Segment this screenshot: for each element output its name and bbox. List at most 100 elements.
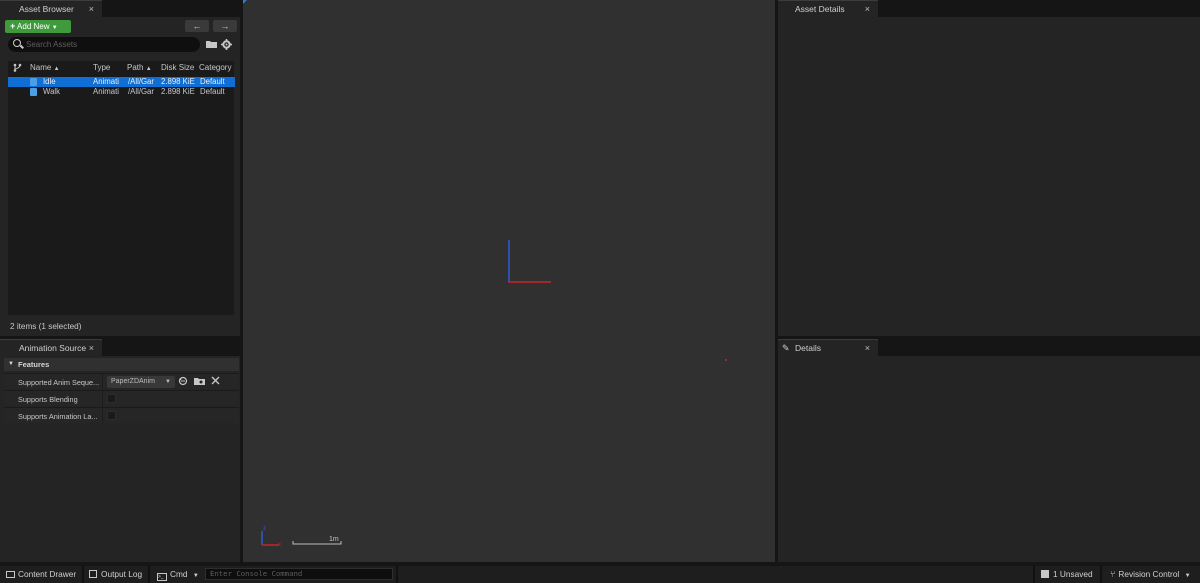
column-header-type[interactable]: Type bbox=[93, 63, 110, 72]
property-row: Supported Anim Seque... PaperZDAnim ▼ bbox=[4, 373, 239, 390]
content-drawer-label: Content Drawer bbox=[18, 569, 77, 579]
supports-blending-checkbox[interactable] bbox=[107, 394, 116, 403]
row-type: Animati bbox=[93, 77, 119, 86]
bottom-status-bar: Content Drawer Output Log >_ Cmd ▼ Enter … bbox=[0, 566, 1200, 583]
property-divider bbox=[102, 374, 103, 390]
search-box[interactable] bbox=[8, 37, 200, 52]
table-row[interactable]: Walk Animati /All/Gar 2.898 KiE Default bbox=[8, 87, 235, 97]
tab-details-label: Details bbox=[795, 343, 821, 353]
column-header-category[interactable]: Category bbox=[199, 63, 231, 72]
table-row[interactable]: Idle Animati /All/Gar 2.898 KiE Default bbox=[8, 77, 235, 87]
details-panel: ✎ Details × bbox=[778, 339, 1200, 562]
viewport[interactable]: z x 1m bbox=[243, 0, 775, 562]
forward-button[interactable]: → bbox=[213, 20, 237, 32]
file-icon bbox=[30, 88, 37, 96]
chevron-down-icon: ▼ bbox=[192, 573, 199, 579]
output-log-icon bbox=[89, 570, 97, 578]
viewport-corner-marker bbox=[243, 0, 247, 4]
source-control-icon: ⑂ bbox=[1110, 569, 1116, 579]
property-label: Supported Anim Seque... bbox=[18, 378, 100, 387]
tab-asset-details[interactable]: Asset Details × bbox=[778, 0, 878, 17]
back-button[interactable]: ← bbox=[185, 20, 209, 32]
output-log-button[interactable]: Output Log bbox=[89, 566, 142, 583]
source-control-icon[interactable] bbox=[13, 63, 22, 74]
reset-icon[interactable] bbox=[178, 376, 188, 389]
browse-icon[interactable] bbox=[194, 376, 205, 389]
column-header-path[interactable]: Path ▲ bbox=[127, 63, 152, 72]
gear-icon[interactable] bbox=[221, 39, 232, 50]
tab-asset-browser-label: Asset Browser bbox=[19, 4, 74, 14]
viewport-canvas: z x 1m bbox=[243, 0, 727, 548]
row-name: Idle bbox=[43, 77, 56, 86]
output-log-label: Output Log bbox=[101, 569, 143, 579]
bottom-bar-separator bbox=[148, 566, 150, 583]
tab-asset-details-label: Asset Details bbox=[795, 4, 845, 14]
content-drawer-button[interactable]: Content Drawer bbox=[6, 566, 76, 583]
bottom-bar-separator bbox=[1033, 566, 1035, 583]
gizmo-x-label: x bbox=[278, 542, 281, 548]
row-name: Walk bbox=[43, 87, 61, 96]
property-row: Supports Blending bbox=[4, 390, 239, 407]
features-section-label: Features bbox=[18, 360, 50, 369]
bottom-bar-separator bbox=[396, 566, 398, 583]
close-icon[interactable]: × bbox=[89, 340, 94, 357]
asset-details-panel: Asset Details × bbox=[778, 0, 1200, 336]
content-drawer-icon bbox=[6, 571, 15, 578]
terminal-icon: >_ bbox=[157, 573, 167, 581]
item-count-status: 2 items (1 selected) bbox=[10, 322, 82, 331]
plus-icon: + bbox=[10, 21, 16, 31]
column-header-name[interactable]: Name ▲ bbox=[30, 63, 60, 72]
property-divider bbox=[102, 408, 103, 424]
column-name-label: Name bbox=[30, 63, 52, 72]
details-tabbar: ✎ Details × bbox=[778, 339, 1200, 356]
supports-animation-layers-checkbox[interactable] bbox=[107, 411, 116, 420]
cmd-dropdown[interactable]: >_ Cmd ▼ bbox=[157, 566, 199, 583]
file-icon bbox=[30, 78, 37, 86]
console-input[interactable]: Enter Console Command bbox=[205, 568, 393, 580]
add-new-button[interactable]: + Add New ▼ bbox=[5, 20, 71, 33]
search-input[interactable] bbox=[26, 38, 196, 51]
gizmo-z-label: z bbox=[263, 526, 266, 532]
chevron-down-icon: ▼ bbox=[51, 25, 58, 31]
bottom-bar-separator bbox=[82, 566, 84, 583]
unsaved-label: 1 Unsaved bbox=[1053, 569, 1093, 579]
asset-list-header: Name ▲ Type Path ▲ Disk Size Category bbox=[8, 61, 234, 75]
row-path: /All/Gar bbox=[128, 77, 154, 86]
property-row: Supports Animation La... bbox=[4, 407, 239, 424]
close-icon[interactable]: × bbox=[89, 1, 94, 18]
column-path-label: Path bbox=[127, 63, 144, 72]
tab-animation-source[interactable]: Animation Source × bbox=[0, 339, 102, 356]
sort-up-icon: ▲ bbox=[145, 66, 152, 72]
pencil-icon: ✎ bbox=[782, 343, 790, 353]
revision-control-button[interactable]: ⑂ Revision Control ▼ bbox=[1110, 566, 1191, 583]
close-icon[interactable]: × bbox=[865, 1, 870, 18]
chevron-down-icon: ▼ bbox=[165, 379, 171, 385]
row-size: 2.898 KiE bbox=[161, 87, 195, 96]
combo-value: PaperZDAnim bbox=[111, 378, 155, 385]
chevron-down-icon: ▼ bbox=[8, 361, 14, 367]
animation-source-tabbar: Animation Source × bbox=[0, 339, 240, 356]
column-header-disk-size[interactable]: Disk Size bbox=[161, 63, 194, 72]
features-section-header[interactable]: ▼ Features bbox=[4, 358, 239, 371]
row-category: Default bbox=[200, 87, 225, 96]
asset-details-tabbar: Asset Details × bbox=[778, 0, 1200, 17]
origin-point bbox=[725, 359, 727, 361]
unsaved-button[interactable]: 1 Unsaved bbox=[1041, 566, 1093, 583]
tab-details[interactable]: ✎ Details × bbox=[778, 339, 878, 356]
scale-label: 1m bbox=[329, 536, 339, 543]
tab-asset-browser[interactable]: Asset Browser × bbox=[0, 0, 102, 17]
folder-icon[interactable] bbox=[206, 39, 217, 49]
arrow-left-icon: ← bbox=[192, 21, 202, 31]
close-icon[interactable]: × bbox=[865, 340, 870, 357]
anim-sequence-combo[interactable]: PaperZDAnim ▼ bbox=[107, 376, 175, 388]
property-label: Supports Animation La... bbox=[18, 412, 98, 421]
row-category: Default bbox=[200, 77, 225, 86]
property-label: Supports Blending bbox=[18, 395, 78, 404]
bottom-bar-separator bbox=[1100, 566, 1102, 583]
row-type: Animati bbox=[93, 87, 119, 96]
console-placeholder: Enter Console Command bbox=[210, 569, 303, 578]
add-new-label: Add New bbox=[17, 22, 50, 31]
tab-animation-source-label: Animation Source bbox=[19, 343, 87, 353]
clear-icon[interactable] bbox=[211, 376, 220, 388]
row-path: /All/Gar bbox=[128, 87, 154, 96]
